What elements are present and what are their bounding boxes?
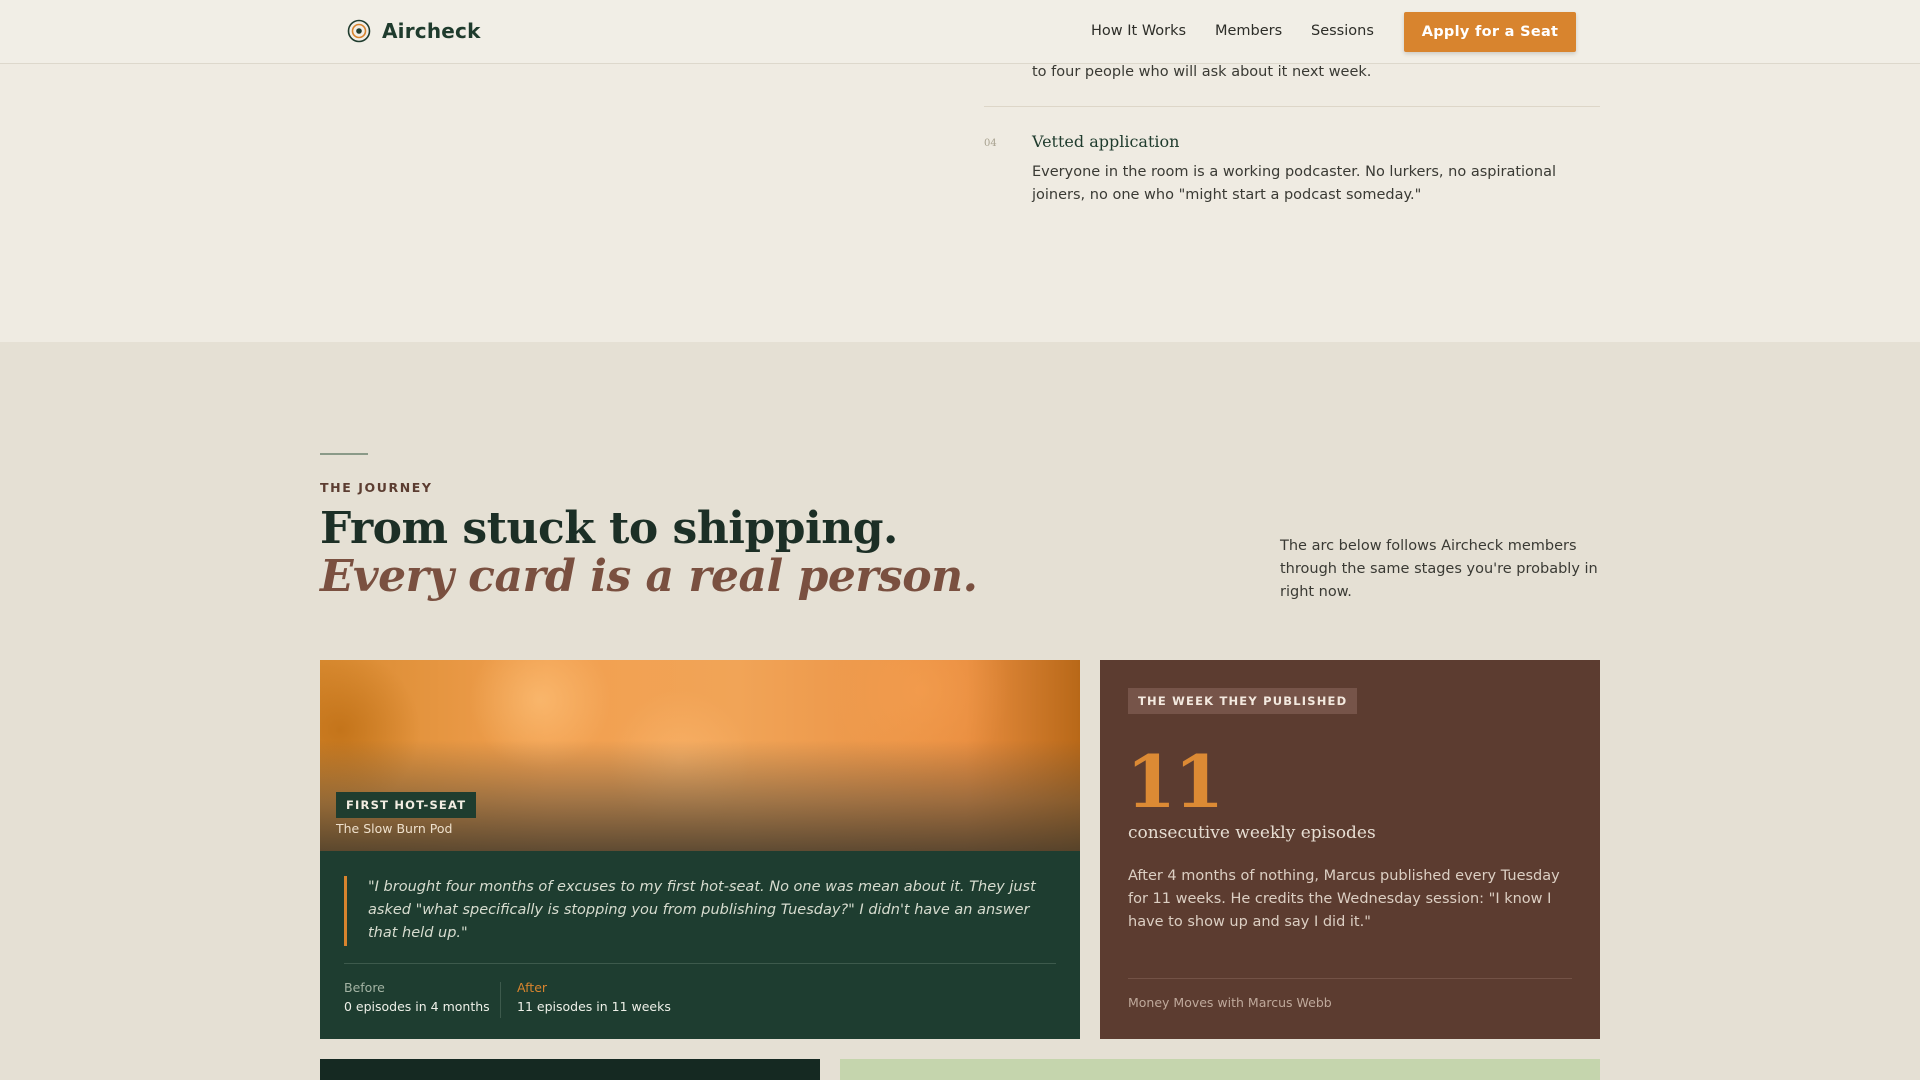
section-intro: The arc below follows Aircheck members t…: [1280, 538, 1598, 600]
apply-button[interactable]: Apply for a Seat: [1404, 12, 1576, 52]
section-eyebrow: THE JOURNEY: [320, 480, 433, 495]
nav-link-members[interactable]: Members: [1215, 23, 1282, 39]
stage-badge: FIRST HOT-SEAT: [336, 792, 477, 818]
story-card: FIRST HOT-SEAT The Slow Burn Pod "I brou…: [320, 660, 1080, 1039]
card-divider: [344, 963, 1056, 964]
feature-item-3-tail: to four people who will ask about it nex…: [1032, 61, 1600, 83]
stat-description: After 4 months of nothing, Marcus publis…: [1128, 868, 1560, 930]
nav-link-sessions[interactable]: Sessions: [1311, 23, 1374, 39]
feature-item-3-text: to four people who will ask about it nex…: [1032, 64, 1372, 80]
stat-card: THE WEEK THEY PUBLISHED 11 consecutive w…: [1100, 660, 1600, 1039]
before-label: Before: [344, 980, 385, 995]
after-label: After: [517, 980, 548, 995]
stage-badge: THE WEEK THEY PUBLISHED: [1128, 688, 1358, 714]
next-card-dark: [320, 1059, 820, 1080]
aircheck-logo-icon: [347, 19, 371, 43]
podcast-name: The Slow Burn Pod: [336, 821, 453, 836]
after-value: 11 episodes in 11 weeks: [517, 999, 671, 1014]
before-value: 0 episodes in 4 months: [344, 999, 490, 1014]
before-after-divider: [500, 982, 501, 1018]
podcast-name: Money Moves with Marcus Webb: [1128, 995, 1332, 1010]
feature-divider: [984, 106, 1600, 107]
section-rule: [320, 453, 368, 455]
stat-caption: consecutive weekly episodes: [1128, 823, 1376, 843]
top-navigation: Aircheck How It Works Members Sessions A…: [0, 0, 1920, 64]
next-card-green: [840, 1059, 1600, 1080]
section-headline: From stuck to shipping.: [320, 503, 898, 554]
member-quote: "I brought four months of excuses to my …: [368, 879, 1036, 941]
stat-number: 11: [1126, 739, 1224, 824]
quote-accent-bar: [344, 876, 347, 946]
brand-name: Aircheck: [382, 19, 481, 43]
feature-title: Vetted application: [1032, 132, 1180, 151]
card-divider: [1128, 978, 1572, 979]
feature-description: Everyone in the room is a working podcas…: [1032, 164, 1557, 203]
nav-link-how-it-works[interactable]: How It Works: [1091, 23, 1186, 39]
section-headline-italic: Every card is a real person.: [320, 551, 978, 602]
brand-logo[interactable]: Aircheck: [347, 19, 481, 43]
feature-number: 04: [984, 138, 997, 149]
